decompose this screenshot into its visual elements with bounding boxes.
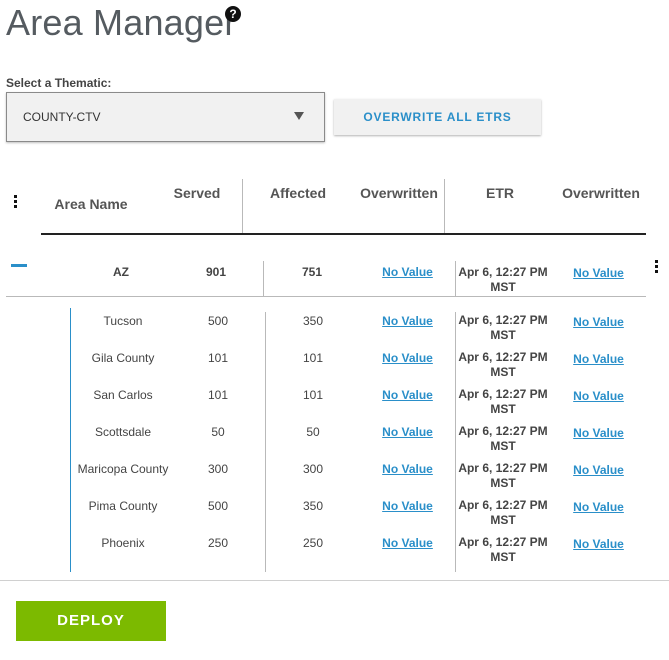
etr-datetime: Apr 6, 12:27 PM (458, 498, 548, 512)
header-area-name[interactable]: Area Name (40, 196, 142, 212)
thematic-select[interactable]: COUNTY-CTV (6, 92, 325, 142)
etr-timezone: MST (490, 439, 516, 453)
child-served: 300 (207, 462, 229, 476)
child-affected: 350 (302, 314, 324, 328)
etr-timezone: MST (490, 280, 516, 294)
collapse-icon[interactable] (11, 264, 27, 267)
child-affected: 50 (306, 425, 320, 439)
child-etr: Apr 6, 12:27 PM MST (453, 535, 553, 565)
etr-datetime: Apr 6, 12:27 PM (458, 387, 548, 401)
child-etr-overwritten-link[interactable]: No Value (561, 426, 636, 440)
header-served[interactable]: Served (160, 185, 234, 201)
child-affected: 101 (302, 388, 324, 402)
child-etr-overwritten-link[interactable]: No Value (561, 500, 636, 514)
child-overwritten-link[interactable]: No Value (370, 425, 445, 439)
child-served: 500 (207, 314, 229, 328)
child-area-name: Maricopa County (77, 462, 169, 476)
etr-timezone: MST (490, 513, 516, 527)
parent-row-border (6, 296, 646, 297)
footer-divider (0, 580, 669, 581)
child-etr-overwritten-link[interactable]: No Value (561, 463, 636, 477)
child-affected: 250 (302, 536, 324, 550)
parent-served: 901 (205, 265, 227, 279)
child-served: 250 (207, 536, 229, 550)
child-area-name: Pima County (88, 499, 158, 513)
child-served: 101 (207, 388, 229, 402)
child-affected: 101 (302, 351, 324, 365)
children-indent-line (70, 308, 71, 572)
header-etr[interactable]: ETR (460, 185, 540, 201)
deploy-button[interactable]: DEPLOY (16, 601, 166, 641)
overwrite-all-etrs-button[interactable]: OVERWRITE ALL ETRS (334, 99, 541, 135)
etr-timezone: MST (490, 365, 516, 379)
child-served: 500 (207, 499, 229, 513)
child-served: 50 (211, 425, 225, 439)
etr-datetime: Apr 6, 12:27 PM (458, 535, 548, 549)
row-divider (263, 261, 264, 296)
child-etr: Apr 6, 12:27 PM MST (453, 461, 553, 491)
child-area-name: Tucson (103, 314, 143, 328)
child-etr: Apr 6, 12:27 PM MST (453, 498, 553, 528)
caret-down-icon (294, 112, 304, 120)
child-etr-overwritten-link[interactable]: No Value (561, 352, 636, 366)
child-etr-overwritten-link[interactable]: No Value (561, 315, 636, 329)
parent-area-name: AZ (113, 265, 129, 279)
etr-datetime: Apr 6, 12:27 PM (458, 313, 548, 327)
parent-etr: Apr 6, 12:27 PM MST (453, 265, 553, 295)
child-area-name: Phoenix (101, 536, 145, 550)
thematic-selected-value: COUNTY-CTV (23, 110, 101, 124)
child-etr-overwritten-link[interactable]: No Value (561, 537, 636, 551)
thematic-label: Select a Thematic: (6, 76, 112, 90)
header-etr-overwritten[interactable]: Overwritten (555, 185, 647, 201)
table-menu-icon[interactable] (14, 195, 18, 211)
header-divider (242, 179, 243, 234)
etr-datetime: Apr 6, 12:27 PM (458, 461, 548, 475)
child-affected: 300 (302, 462, 324, 476)
parent-etr-overwritten-link[interactable]: No Value (561, 266, 636, 280)
child-etr-overwritten-link[interactable]: No Value (561, 389, 636, 403)
child-overwritten-link[interactable]: No Value (370, 351, 445, 365)
etr-datetime: Apr 6, 12:27 PM (458, 424, 548, 438)
header-affected[interactable]: Affected (260, 185, 336, 201)
child-overwritten-link[interactable]: No Value (370, 462, 445, 476)
child-overwritten-link[interactable]: No Value (370, 388, 445, 402)
parent-overwritten-link[interactable]: No Value (370, 265, 445, 279)
child-overwritten-link[interactable]: No Value (370, 499, 445, 513)
child-etr: Apr 6, 12:27 PM MST (453, 387, 553, 417)
header-bottom-border (41, 233, 646, 235)
child-area-name: Gila County (91, 351, 155, 365)
etr-timezone: MST (490, 328, 516, 342)
etr-datetime: Apr 6, 12:27 PM (458, 265, 548, 279)
row-menu-icon[interactable] (655, 260, 659, 276)
etr-timezone: MST (490, 550, 516, 564)
parent-affected: 751 (301, 265, 323, 279)
children-divider (265, 312, 266, 572)
child-area-name: San Carlos (93, 388, 153, 402)
etr-timezone: MST (490, 476, 516, 490)
child-overwritten-link[interactable]: No Value (370, 536, 445, 550)
child-etr: Apr 6, 12:27 PM MST (453, 313, 553, 343)
child-etr: Apr 6, 12:27 PM MST (453, 350, 553, 380)
header-divider (444, 179, 445, 234)
child-area-name: Scottsdale (94, 425, 152, 439)
etr-datetime: Apr 6, 12:27 PM (458, 350, 548, 364)
child-affected: 350 (302, 499, 324, 513)
header-overwritten[interactable]: Overwritten (353, 185, 445, 201)
child-etr: Apr 6, 12:27 PM MST (453, 424, 553, 454)
page-title: Area Manager (6, 2, 237, 43)
help-icon[interactable]: ? (225, 6, 241, 22)
etr-timezone: MST (490, 402, 516, 416)
child-overwritten-link[interactable]: No Value (370, 314, 445, 328)
child-served: 101 (207, 351, 229, 365)
